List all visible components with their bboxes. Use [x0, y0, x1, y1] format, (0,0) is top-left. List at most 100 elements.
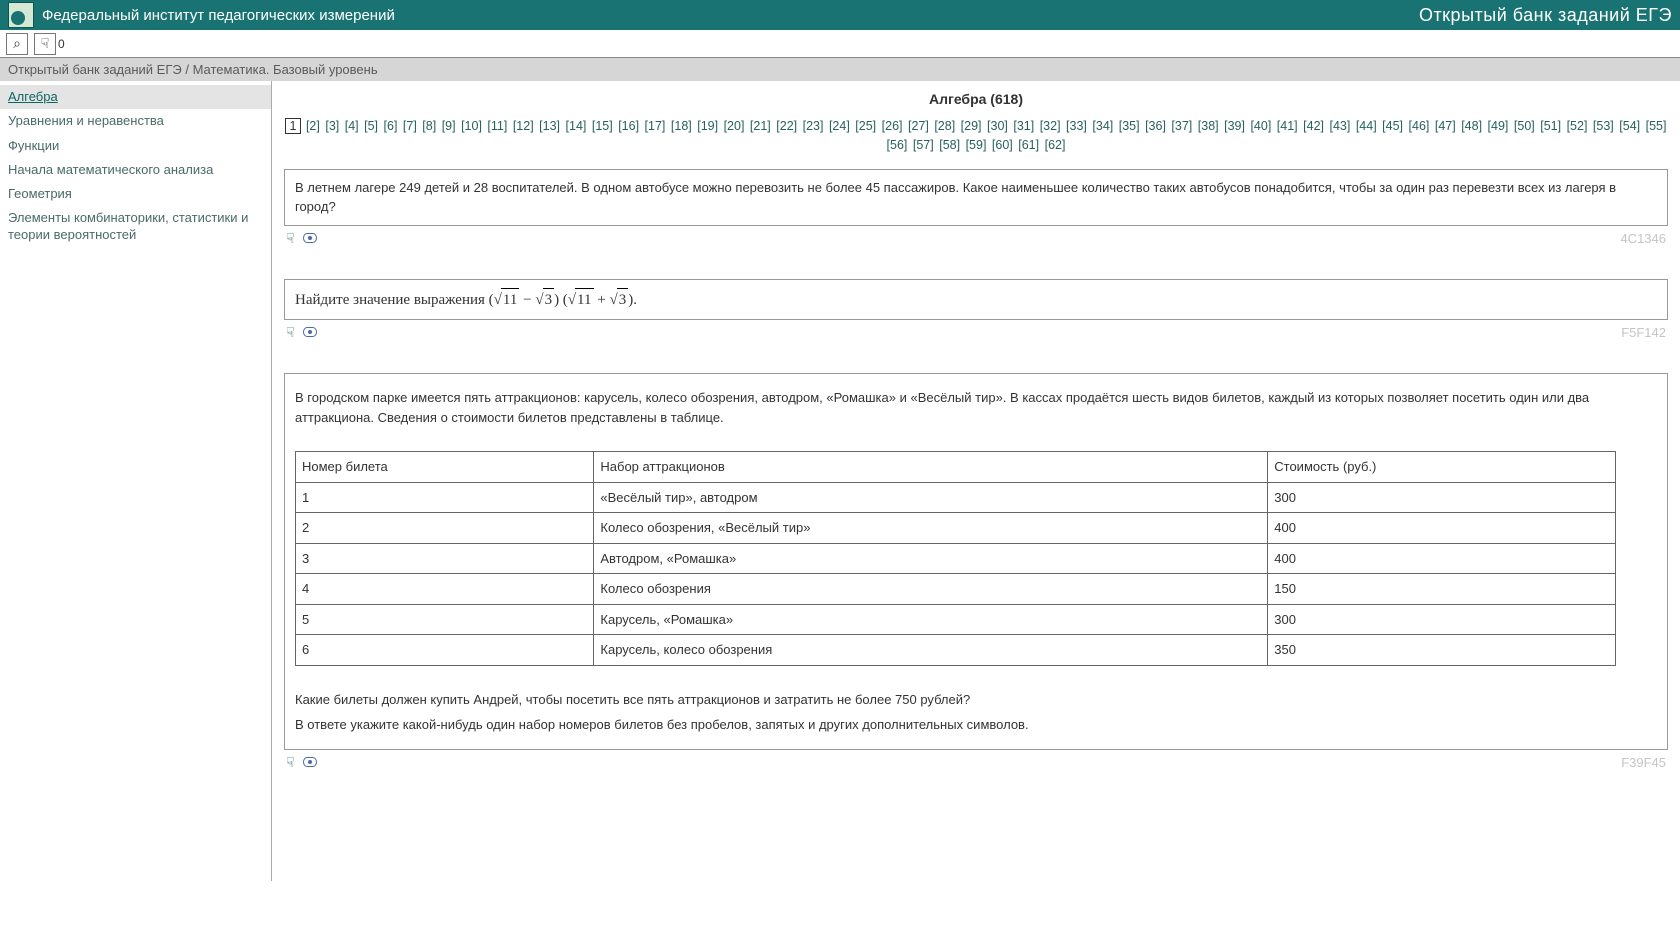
task-body: В летнем лагере 249 детей и 28 воспитате… [284, 169, 1668, 226]
page-link[interactable]: [19] [696, 119, 719, 133]
hand-select-icon[interactable]: ☟ [286, 230, 295, 247]
page-link[interactable]: [34] [1091, 119, 1114, 133]
eye-icon[interactable] [303, 233, 317, 243]
page-link[interactable]: [54] [1618, 119, 1641, 133]
page-link[interactable]: [56] [886, 138, 909, 152]
page-link[interactable]: [50] [1513, 119, 1536, 133]
table-cell: 400 [1268, 543, 1616, 574]
task-question-1: Какие билеты должен купить Андрей, чтобы… [295, 690, 1657, 710]
page-link[interactable]: [37] [1170, 119, 1193, 133]
table-header: Стоимость (руб.) [1268, 452, 1616, 483]
page-link[interactable]: [47] [1434, 119, 1457, 133]
page-link[interactable]: [15] [591, 119, 614, 133]
page-link[interactable]: [3] [324, 119, 340, 133]
page-link[interactable]: [60] [991, 138, 1014, 152]
page-link[interactable]: [35] [1118, 119, 1141, 133]
page-link[interactable]: [20] [723, 119, 746, 133]
page-link[interactable]: [24] [828, 119, 851, 133]
page-link[interactable]: [21] [749, 119, 772, 133]
hand-icon: ☟ [41, 35, 50, 52]
page-link[interactable]: [32] [1039, 119, 1062, 133]
page-link[interactable]: [49] [1487, 119, 1510, 133]
page-link[interactable]: [9] [441, 119, 457, 133]
toolbar: ⌕ ☟ 0 [0, 30, 1680, 58]
table-cell: Карусель, «Ромашка» [594, 604, 1268, 635]
page-link[interactable]: [25] [854, 119, 877, 133]
table-cell: 350 [1268, 635, 1616, 666]
table-cell: 400 [1268, 513, 1616, 544]
table-row: 2Колесо обозрения, «Весёлый тир»400 [296, 513, 1616, 544]
page-link[interactable]: [16] [617, 119, 640, 133]
task-id: F39F45 [1621, 755, 1666, 770]
page-link[interactable]: [14] [565, 119, 588, 133]
page-link[interactable]: [62] [1044, 138, 1067, 152]
sidebar-item[interactable]: Функции [0, 134, 271, 158]
page-link[interactable]: [11] [486, 119, 508, 133]
table-cell: 1 [296, 482, 594, 513]
page-link[interactable]: [7] [402, 119, 418, 133]
page-link[interactable]: [8] [421, 119, 437, 133]
table-row: 5Карусель, «Ромашка»300 [296, 604, 1616, 635]
page-link[interactable]: [31] [1012, 119, 1035, 133]
page-link[interactable]: [52] [1566, 119, 1589, 133]
page-link[interactable]: [26] [881, 119, 904, 133]
task-body: В городском парке имеется пять аттракцио… [284, 373, 1668, 750]
page-link[interactable]: [44] [1355, 119, 1378, 133]
page-link[interactable]: [61] [1017, 138, 1040, 152]
page-link[interactable]: [38] [1197, 119, 1220, 133]
page-link[interactable]: [46] [1408, 119, 1431, 133]
page-link[interactable]: [45] [1381, 119, 1404, 133]
basket-count: 0 [58, 37, 65, 51]
table-cell: Автодром, «Ромашка» [594, 543, 1268, 574]
page-link[interactable]: [17] [644, 119, 667, 133]
page-link[interactable]: [57] [912, 138, 935, 152]
sidebar-item[interactable]: Начала математического анализа [0, 158, 271, 182]
page-link[interactable]: [6] [383, 119, 399, 133]
page-link[interactable]: [22] [775, 119, 798, 133]
table-row: 3Автодром, «Ромашка»400 [296, 543, 1616, 574]
sidebar-item[interactable]: Уравнения и неравенства [0, 109, 271, 133]
page-link[interactable]: [12] [512, 119, 535, 133]
page-link[interactable]: [55] [1645, 119, 1668, 133]
page-link[interactable]: [48] [1460, 119, 1483, 133]
table-cell: 2 [296, 513, 594, 544]
page-link[interactable]: [36] [1144, 119, 1167, 133]
page-link[interactable]: [42] [1302, 119, 1325, 133]
page-link[interactable]: [53] [1592, 119, 1615, 133]
breadcrumb-root[interactable]: Открытый банк заданий ЕГЭ [8, 62, 182, 77]
page-link[interactable]: [39] [1223, 119, 1246, 133]
sidebar-item[interactable]: Геометрия [0, 182, 271, 206]
page-link[interactable]: [13] [538, 119, 561, 133]
table-cell: 6 [296, 635, 594, 666]
eye-icon[interactable] [303, 757, 317, 767]
page-link[interactable]: [4] [344, 119, 360, 133]
hand-select-icon[interactable]: ☟ [286, 754, 295, 771]
page-link[interactable]: [5] [363, 119, 379, 133]
page-link[interactable]: [28] [933, 119, 956, 133]
eye-icon[interactable] [303, 327, 317, 337]
task-text: В летнем лагере 249 детей и 28 воспитате… [295, 180, 1616, 215]
page-link[interactable]: [18] [670, 119, 693, 133]
sidebar-item[interactable]: Элементы комбинаторики, статистики и тео… [0, 206, 271, 247]
page-link[interactable]: [33] [1065, 119, 1088, 133]
page-link[interactable]: [27] [907, 119, 930, 133]
page-link[interactable]: [41] [1276, 119, 1299, 133]
magnifier-icon: ⌕ [13, 35, 21, 52]
page-link[interactable]: [2] [305, 119, 321, 133]
page-link[interactable]: [29] [960, 119, 983, 133]
task: В летнем лагере 249 детей и 28 воспитате… [284, 169, 1668, 247]
page-link[interactable]: [59] [965, 138, 988, 152]
hand-select-icon[interactable]: ☟ [286, 324, 295, 341]
page-link[interactable]: [40] [1249, 119, 1272, 133]
page-link[interactable]: 1 [285, 118, 302, 134]
page-link[interactable]: [23] [802, 119, 825, 133]
page-link[interactable]: [51] [1539, 119, 1562, 133]
table-cell: Колесо обозрения, «Весёлый тир» [594, 513, 1268, 544]
page-link[interactable]: [10] [460, 119, 483, 133]
basket-button[interactable]: ☟ [34, 33, 56, 55]
sidebar-item[interactable]: Алгебра [0, 85, 271, 109]
page-link[interactable]: [58] [938, 138, 961, 152]
search-button[interactable]: ⌕ [6, 33, 28, 55]
page-link[interactable]: [30] [986, 119, 1009, 133]
page-link[interactable]: [43] [1328, 119, 1351, 133]
